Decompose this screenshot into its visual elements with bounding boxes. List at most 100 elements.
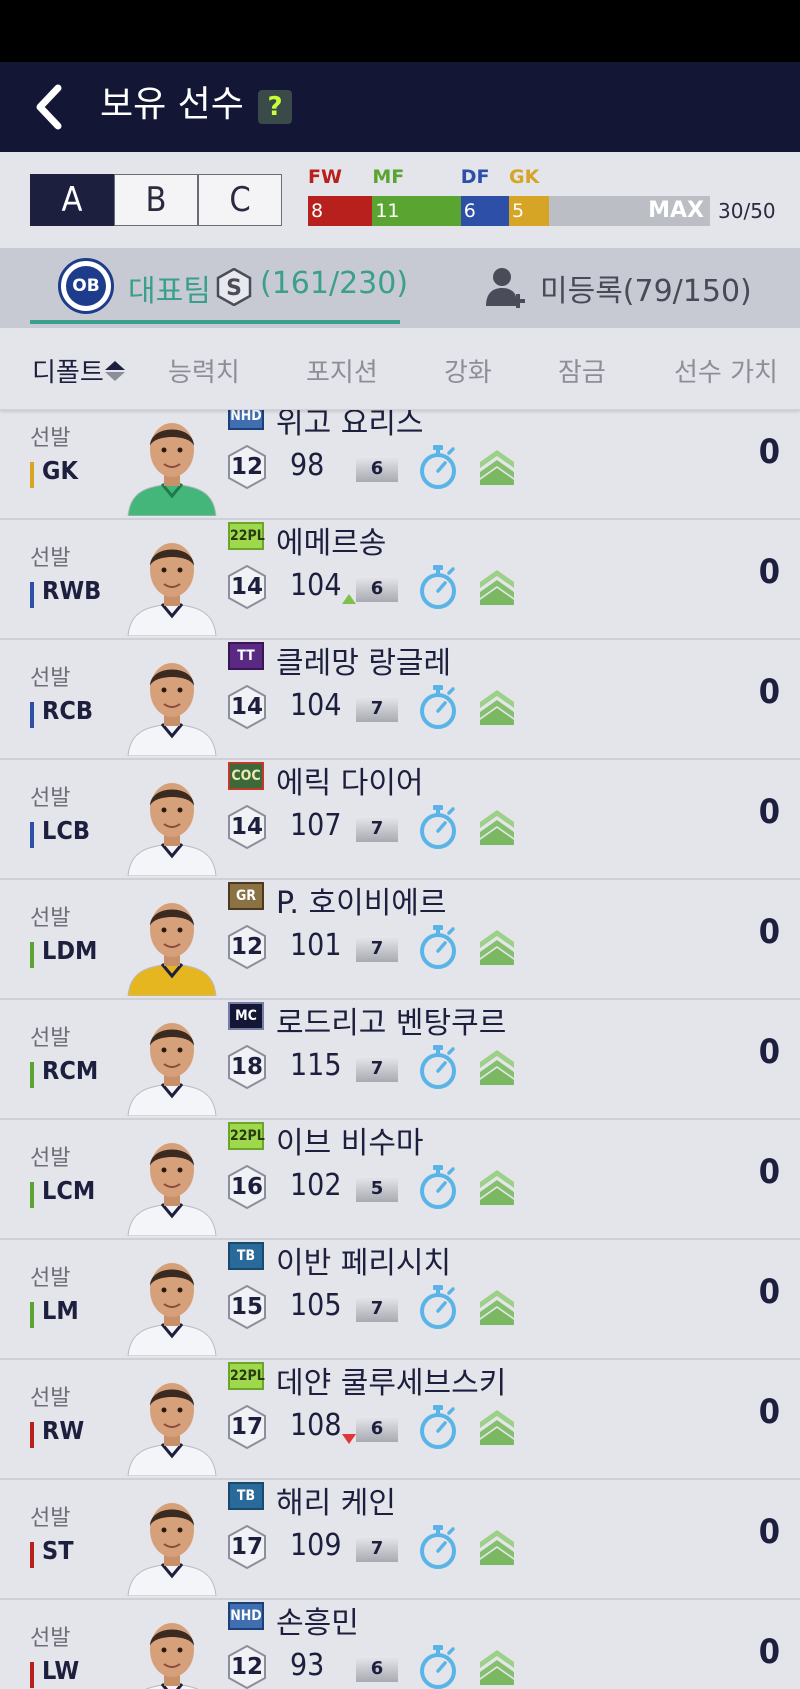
player-position: LW	[42, 1656, 80, 1685]
sort-direction-icon[interactable]	[104, 360, 126, 382]
player-rating: 108	[290, 1408, 342, 1443]
squad-tab-b[interactable]: B	[114, 174, 198, 226]
stopwatch-icon[interactable]	[418, 444, 458, 490]
squad-tab-c[interactable]: C	[198, 174, 282, 226]
player-salary: 18	[230, 1054, 263, 1080]
boost-chevrons-icon[interactable]	[478, 808, 516, 846]
sort-default[interactable]: 디폴트	[32, 352, 104, 389]
stopwatch-icon[interactable]	[418, 924, 458, 970]
squad-tab-a[interactable]: A	[30, 174, 114, 226]
starter-label: 선발	[30, 546, 71, 571]
player-salary: 12	[230, 1654, 263, 1680]
player-row[interactable]: 선발 ST TB 해리 케인 17 109 7 0	[0, 1482, 800, 1600]
stopwatch-icon[interactable]	[418, 564, 458, 610]
position-color-mark	[30, 1302, 34, 1328]
stopwatch-icon[interactable]	[418, 1644, 458, 1689]
stopwatch-icon[interactable]	[418, 1284, 458, 1330]
player-photo	[127, 543, 217, 636]
player-position: RW	[42, 1416, 85, 1445]
sort-ability[interactable]: 능력치	[168, 352, 240, 389]
player-value: 0	[758, 792, 780, 832]
status-bar	[0, 0, 800, 62]
season-badge: MC	[228, 1002, 264, 1030]
boost-chevrons-icon[interactable]	[478, 1168, 516, 1206]
position-label-df: DF	[460, 166, 490, 188]
boost-chevrons-icon[interactable]	[478, 568, 516, 606]
player-value: 0	[758, 1632, 780, 1672]
player-photo	[127, 1383, 217, 1476]
stopwatch-icon[interactable]	[418, 1044, 458, 1090]
player-position: LCB	[42, 816, 90, 845]
tab-unregistered-label: 미등록(79/150)	[540, 274, 752, 309]
player-position: LM	[42, 1296, 79, 1325]
boost-chevrons-icon[interactable]	[478, 928, 516, 966]
player-salary: 12	[230, 454, 263, 480]
capacity-segment-mf: 11	[372, 196, 461, 226]
starter-label: 선발	[30, 1026, 71, 1051]
position-color-mark	[30, 1542, 34, 1568]
sort-player-value[interactable]: 선수 가치	[674, 352, 778, 389]
player-row[interactable]: 선발 RW 22PL 데얀 쿨루세브스키 17 108 6 0	[0, 1362, 800, 1480]
stopwatch-icon[interactable]	[418, 804, 458, 850]
position-color-mark	[30, 822, 34, 848]
boost-chevrons-icon[interactable]	[478, 1408, 516, 1446]
player-salary: 14	[230, 694, 263, 720]
boost-chevrons-icon[interactable]	[478, 1048, 516, 1086]
sort-position[interactable]: 포지션	[306, 352, 378, 389]
position-color-mark	[30, 462, 34, 488]
player-row[interactable]: 선발 LW NHD 손흥민 12 93 6 0	[0, 1602, 800, 1689]
player-name: P. 호이비에르	[276, 886, 447, 921]
season-badge: TB	[228, 1242, 264, 1270]
stopwatch-icon[interactable]	[418, 1404, 458, 1450]
player-row[interactable]: 선발 LCB COC 에릭 다이어 14 107 7 0	[0, 762, 800, 880]
player-name: 에릭 다이어	[276, 766, 424, 801]
season-badge: NHD	[228, 1602, 264, 1630]
player-row[interactable]: 선발 LDM GR P. 호이비에르 12 101 7 0	[0, 882, 800, 1000]
stopwatch-icon[interactable]	[418, 1164, 458, 1210]
capacity-bar: 8 11 6 5 MAX	[308, 196, 710, 226]
boost-chevrons-icon[interactable]	[478, 448, 516, 486]
player-rating: 109	[290, 1528, 342, 1563]
position-color-mark	[30, 1662, 34, 1688]
player-photo	[127, 663, 217, 756]
player-row[interactable]: 선발 RWB 22PL 에메르송 14 104 6 0	[0, 522, 800, 640]
player-photo	[145, 1623, 199, 1689]
player-rating: 104	[290, 688, 342, 723]
player-row[interactable]: 선발 RCB TT 클레망 랑글레 14 104 7 0	[0, 642, 800, 760]
stopwatch-icon[interactable]	[418, 1524, 458, 1570]
enhance-level: 7	[356, 816, 398, 842]
player-position: RWB	[42, 576, 102, 605]
tab-unregistered[interactable]: 미등록(79/150)	[400, 248, 800, 328]
back-arrow-icon[interactable]	[30, 82, 74, 132]
player-row[interactable]: 선발 LM TB 이반 페리시치 15 105 7 0	[0, 1242, 800, 1360]
starter-label: 선발	[30, 1266, 71, 1291]
team-logo: OB	[58, 258, 114, 314]
position-color-mark	[30, 1062, 34, 1088]
boost-chevrons-icon[interactable]	[478, 1288, 516, 1326]
top-bar: 보유 선수 ?	[0, 62, 800, 152]
player-row[interactable]: 선발 RCM MC 로드리고 벤탕쿠르 18 115 7 0	[0, 1002, 800, 1120]
sort-enhance[interactable]: 강화	[444, 352, 492, 389]
position-color-mark	[30, 702, 34, 728]
player-position: LCM	[42, 1176, 96, 1205]
sort-lock[interactable]: 잠금	[558, 352, 606, 389]
starter-label: 선발	[30, 1506, 71, 1531]
boost-chevrons-icon[interactable]	[478, 1648, 516, 1686]
tab-main-team[interactable]: OB 대표팀 S (161/230)	[30, 248, 408, 328]
boost-chevrons-icon[interactable]	[478, 1528, 516, 1566]
season-badge: NHD	[228, 410, 264, 430]
player-photo	[127, 783, 217, 876]
help-button[interactable]: ?	[258, 90, 292, 124]
squad-bar: ABC FW MF DF GK 8 11 6 5 MAX 30/50	[0, 152, 800, 248]
player-name: 이반 페리시치	[276, 1246, 452, 1281]
enhance-level: 5	[356, 1176, 398, 1202]
season-badge: 22PL	[228, 1362, 265, 1390]
boost-chevrons-icon[interactable]	[478, 688, 516, 726]
player-row[interactable]: 선발 GK NHD 위고 요리스 12 98 6 0	[0, 410, 800, 520]
stopwatch-icon[interactable]	[418, 684, 458, 730]
player-photo	[127, 423, 217, 516]
player-value: 0	[758, 1032, 780, 1072]
player-row[interactable]: 선발 LCM 22PL 이브 비수마 16 102 5 0	[0, 1122, 800, 1240]
sort-bar: 디폴트 능력치 포지션 강화 잠금 선수 가치	[0, 328, 800, 410]
svg-text:S: S	[226, 276, 242, 301]
